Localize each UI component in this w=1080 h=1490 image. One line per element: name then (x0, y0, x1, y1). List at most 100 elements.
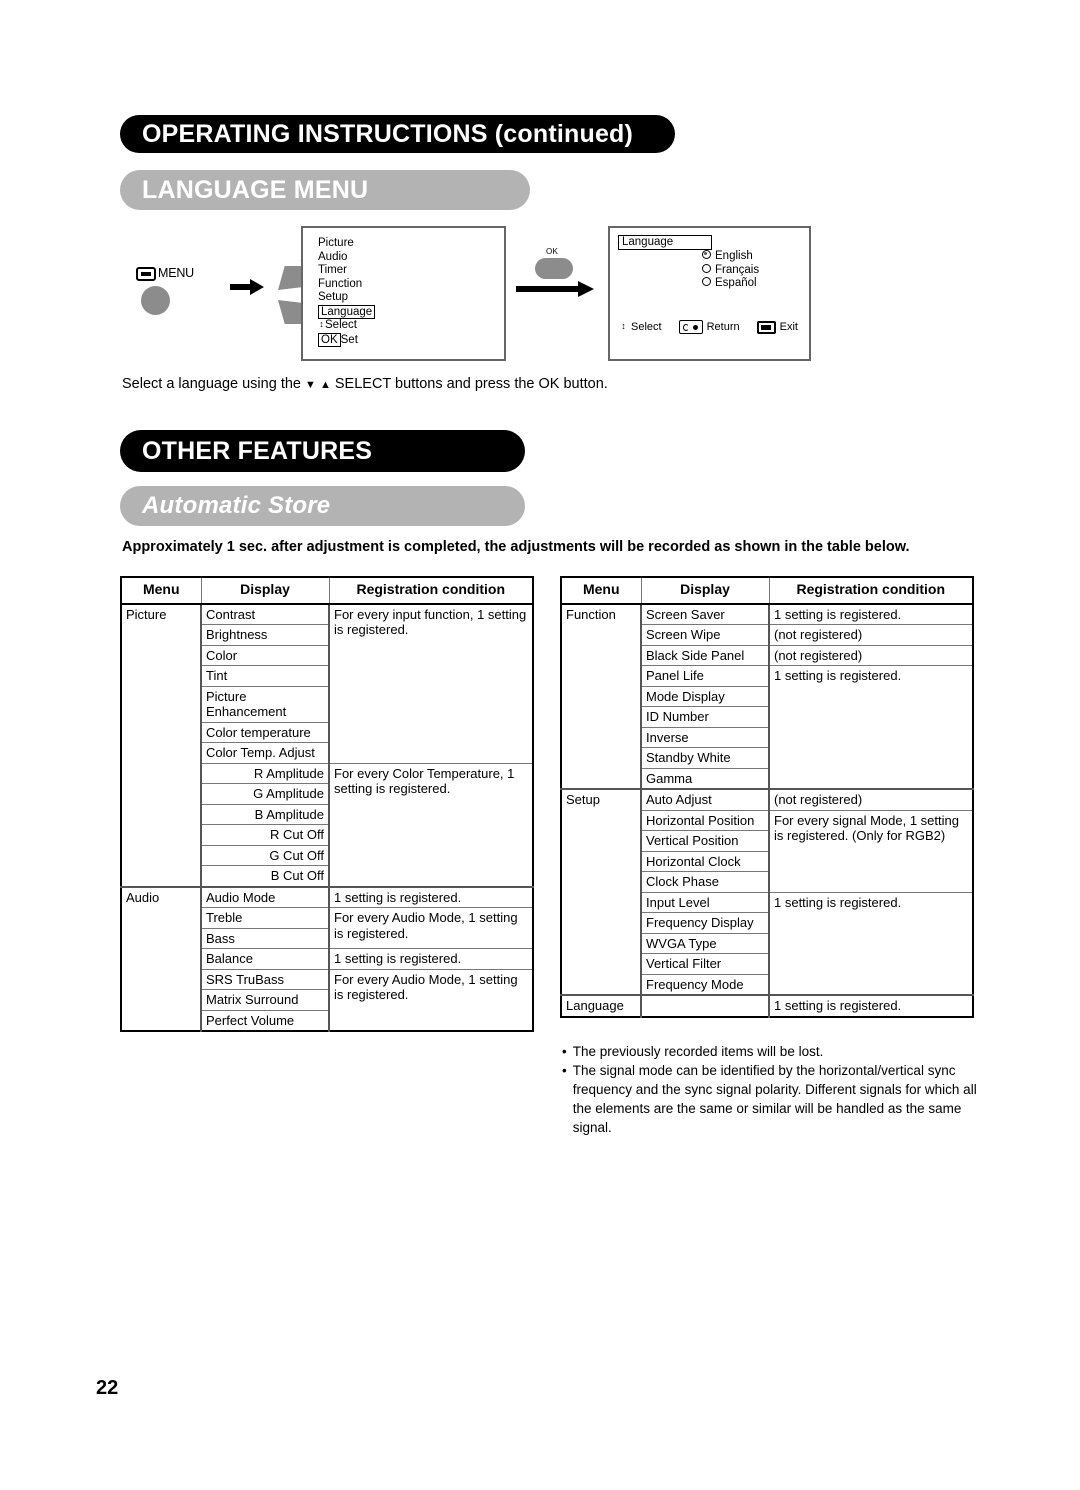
manual-page: OPERATING INSTRUCTIONS (continued) LANGU… (0, 0, 1080, 1490)
cell-registration-condition: 1 setting is registered. (328, 885, 534, 908)
osd-menu-item-function[interactable]: Function (318, 278, 375, 292)
page-number: 22 (96, 1377, 119, 1399)
cell-display: Frequency Display (640, 912, 770, 934)
cell-registration-condition: (not registered) (768, 788, 974, 811)
osd-footer-return-label: Return (706, 321, 740, 333)
osd-menu-item-language-label: Language (318, 304, 376, 319)
osd-language-option-francais-label: Français (715, 263, 760, 276)
cell-display: R Amplitude (200, 762, 330, 784)
subsection-banner-text: LANGUAGE MENU (142, 175, 369, 204)
arrow-head (250, 279, 264, 295)
cell-display: Perfect Volume (200, 1009, 330, 1032)
cell-display: Matrix Surround (200, 989, 330, 1011)
note-item: • The previously recorded items will be l… (562, 1042, 982, 1061)
cell-display: B Cut Off (200, 865, 330, 887)
cell-display: Frequency Mode (640, 973, 770, 996)
cell-display: G Cut Off (200, 844, 330, 866)
notes-list: • The previously recorded items will be l… (562, 1042, 982, 1137)
column-header-menu: Menu (560, 576, 642, 605)
note-item: • The signal mode can be identified by th… (562, 1061, 982, 1137)
cell-display: Vertical Position (640, 830, 770, 852)
cell-menu: Function (560, 602, 642, 790)
cell-display: ID Number (640, 706, 770, 728)
radio-unselected-icon (702, 263, 711, 273)
osd-language-option-english[interactable]: English (702, 250, 759, 264)
osd-main-menu-list: Picture Audio Timer Function Setup Langu… (318, 237, 376, 348)
cell-display: Color temperature (200, 721, 330, 743)
arrow-shaft (230, 284, 252, 290)
osd-menu-item-setup[interactable]: Setup (318, 291, 375, 305)
select-up-triangle-icon: ▲ (319, 379, 331, 391)
return-key-icon (678, 320, 703, 334)
cell-display: Color Temp. Adjust (200, 742, 330, 764)
table-row: Setup Auto Adjust (not registered) (560, 788, 974, 996)
osd-language-option-espanol[interactable]: Español (702, 277, 759, 291)
table-row: Picture Contrast For every input function,… (120, 602, 534, 887)
cell-display: Inverse (640, 726, 770, 748)
cell-display: Treble (200, 907, 330, 929)
cell-registration-condition: 1 setting is registered. (768, 602, 974, 625)
section-banner-other-features: OTHER FEATURES (120, 430, 525, 472)
osd-hint-set: OK Set (318, 332, 375, 348)
osd-menu-item-picture[interactable]: Picture (318, 237, 375, 251)
column-header-display: Display (200, 576, 330, 605)
table-header-right: Menu Display Registration condition (560, 576, 974, 605)
arrow-shaft (516, 286, 580, 292)
table-row: Function Screen Saver 1 setting is registe… (560, 602, 974, 790)
cell-display: Panel Life (640, 665, 770, 687)
cell-display: Bass (200, 927, 330, 949)
cell-display: Standby White (640, 747, 770, 769)
osd-menu-item-language-highlighted[interactable]: Language (318, 304, 376, 320)
radio-unselected-icon (702, 277, 711, 286)
bullet-icon: • (562, 1063, 567, 1078)
registration-table-right: Menu Display Registration condition Func… (560, 576, 974, 1018)
osd-menu-item-audio[interactable]: Audio (318, 251, 375, 265)
menu-round-button[interactable] (141, 286, 170, 315)
table-header-row: Menu Display Registration condition (560, 576, 974, 605)
subsection-banner-automatic-store: Automatic Store (120, 486, 525, 526)
ok-oval-button[interactable] (535, 258, 573, 279)
automatic-store-banner-text: Automatic Store (142, 492, 331, 519)
cell-display: Input Level (640, 891, 770, 913)
automatic-store-intro-paragraph: Approximately 1 sec. after adjustment is… (122, 539, 910, 555)
cell-display: Black Side Panel (640, 644, 770, 666)
cell-display: Contrast (200, 602, 330, 625)
arrow-right-icon (516, 281, 594, 297)
cell-display: Screen Saver (640, 602, 770, 625)
cell-display: Mode Display (640, 685, 770, 707)
cell-display (640, 994, 770, 1017)
cell-registration-condition: 1 setting is registered. (328, 948, 534, 970)
osd-language-footer-hints: ↕ Select Return Exit (620, 320, 798, 334)
osd-language-option-francais[interactable]: Français (702, 263, 760, 278)
cell-display: WVGA Type (640, 932, 770, 954)
cell-registration-condition: For every Audio Mode, 1 setting is regis… (328, 907, 534, 949)
language-menu-flow-diagram: MENU ▲ ▼ Picture Audio Timer Functio (120, 225, 820, 367)
table-row: Language 1 setting is registered. (560, 994, 974, 1017)
cell-registration-condition: For every Color Temperature, 1 setting i… (328, 762, 534, 887)
up-down-arrows-icon: ↕ (319, 319, 324, 329)
cell-display: Auto Adjust (640, 788, 770, 811)
cell-display: R Cut Off (200, 824, 330, 846)
cell-registration-condition: (not registered) (768, 644, 974, 666)
table-body-left: Picture Contrast For every input function,… (120, 602, 534, 1032)
osd-language-title: Language (618, 235, 712, 250)
cell-display: Balance (200, 948, 330, 970)
cell-registration-condition: 1 setting is registered. (768, 994, 974, 1017)
remote-ok-button-group: OK (535, 247, 581, 283)
table-row: Audio Audio Mode 1 setting is registered. (120, 885, 534, 1032)
cell-display: B Amplitude (200, 803, 330, 825)
table-header-row: Menu Display Registration condition (120, 576, 534, 605)
cell-display: Picture Enhancement (200, 685, 330, 723)
column-header-menu: Menu (120, 576, 202, 605)
ok-key-icon: OK (318, 332, 341, 347)
cell-menu: Picture (120, 602, 202, 887)
up-down-arrows-icon: ↕ (621, 320, 626, 331)
caption-text-before: Select a language using the (122, 376, 301, 392)
registration-table-left: Menu Display Registration condition Pict… (120, 576, 534, 1032)
diagram-caption: Select a language using the ▼ ▲ SELECT b… (122, 375, 608, 394)
osd-menu-item-timer[interactable]: Timer (318, 264, 375, 278)
cell-menu: Audio (120, 885, 202, 1032)
cell-registration-condition: For every signal Mode, 1 setting is regi… (768, 809, 974, 893)
osd-language-option-list: English Français Español (702, 250, 759, 291)
cell-display: Screen Wipe (640, 624, 770, 646)
